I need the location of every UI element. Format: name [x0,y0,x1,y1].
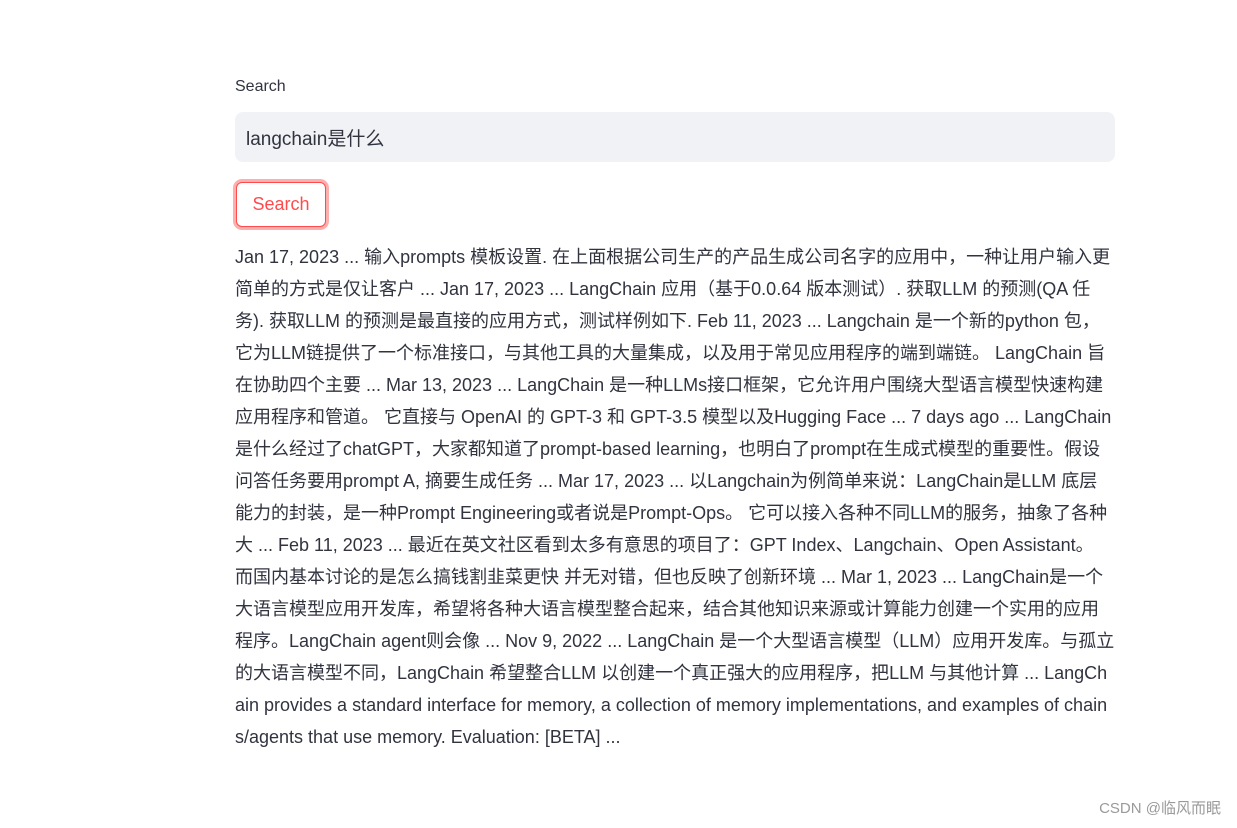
search-button[interactable]: Search [236,182,326,227]
watermark: CSDN @临风而眠 [1099,800,1221,817]
search-input[interactable] [235,112,1115,162]
search-result-text: Jan 17, 2023 ... 输入prompts 模板设置. 在上面根据公司… [235,247,1115,747]
search-panel: Search Search Jan 17, 2023 ... 输入prompts… [235,76,1115,753]
search-label: Search [235,78,286,95]
